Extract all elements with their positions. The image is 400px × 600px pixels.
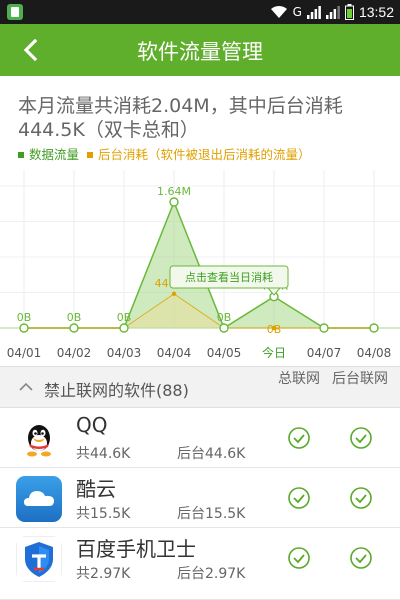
tooltip-text: 点击查看当日消耗: [185, 270, 273, 284]
signal-icon: [306, 6, 321, 19]
app-background-usage: 后台44.6K: [177, 446, 246, 462]
app-total-usage: 共44.6K: [76, 446, 131, 462]
x-tick-label: 今日: [262, 345, 286, 360]
x-tick-label: 04/08: [357, 346, 392, 360]
app-row-baidu-guard[interactable]: 百度手机卫士 共2.97K 后台2.97K: [0, 528, 400, 600]
background-point: [171, 291, 177, 297]
notification-app-icon: [7, 4, 23, 20]
app-total-usage: 共2.97K: [76, 566, 131, 582]
chart-legend: 数据流量 后台消耗（软件被退出后消耗的流量）: [18, 144, 398, 163]
column-total-network: 总联网: [278, 371, 320, 387]
app-total-usage: 共15.5K: [76, 506, 131, 522]
data-label: 0B: [67, 311, 82, 324]
data-point: [369, 323, 379, 333]
total-network-check-icon[interactable]: [287, 426, 311, 450]
data-label: 1.64M: [157, 185, 191, 198]
data-point: [19, 323, 29, 333]
status-bar: G 13:52: [0, 0, 400, 24]
background-network-check-icon[interactable]: [349, 486, 373, 510]
data-point: [69, 323, 79, 333]
x-tick-label: 04/07: [307, 346, 342, 360]
app-background-usage: 后台15.5K: [177, 506, 246, 522]
usage-summary: 本月流量共消耗2.04M，其中后台消耗444.5K（双卡总和）: [18, 95, 343, 141]
legend-item-data: 数据流量: [18, 144, 79, 163]
app-row-qq[interactable]: QQ 共44.6K 后台44.6K: [0, 408, 400, 468]
total-network-check-icon[interactable]: [287, 486, 311, 510]
network-type: G: [292, 5, 302, 19]
background-network-check-icon[interactable]: [349, 426, 373, 450]
app-row-kuyun[interactable]: 酷云 共15.5K 后台15.5K: [0, 468, 400, 528]
qq-icon: [16, 416, 62, 462]
app-background-usage: 后台2.97K: [177, 566, 246, 582]
wifi-icon: [270, 5, 287, 18]
legend-label-data: 数据流量: [29, 147, 80, 162]
total-network-check-icon[interactable]: [287, 546, 311, 570]
column-background-network: 后台联网: [332, 371, 388, 387]
background-network-check-icon[interactable]: [349, 546, 373, 570]
page-title: 软件流量管理: [137, 40, 263, 64]
data-label: 0B: [17, 311, 32, 324]
data-point: [319, 323, 329, 333]
x-tick-label: 04/01: [7, 346, 42, 360]
title-bar: 软件流量管理: [0, 24, 400, 76]
x-tick-label: 04/04: [157, 346, 192, 360]
x-tick-label: 04/05: [207, 346, 242, 360]
blocked-apps-title: 禁止联网的软件(88): [44, 381, 189, 400]
legend-swatch-data: [18, 151, 24, 158]
data-point: [169, 197, 179, 207]
app-name: 百度手机卫士: [76, 537, 196, 561]
battery-icon: [344, 4, 354, 20]
chevron-up-icon[interactable]: [18, 379, 34, 395]
data-point: [119, 323, 129, 333]
legend-swatch-background: [87, 151, 94, 158]
legend-item-background: 后台消耗（软件被退出后消耗的流量）: [87, 144, 311, 163]
data-label: 0B: [217, 311, 232, 324]
background-label: 0B: [267, 323, 282, 336]
app-name: QQ: [76, 413, 108, 437]
usage-chart-svg[interactable]: 0B0B0B1.64M0B408K444.5K0B点击查看当日消耗04/0104…: [0, 170, 400, 366]
legend-label-background: 后台消耗（软件被退出后消耗的流量）: [98, 147, 311, 162]
kuyun-cloud-icon: [16, 476, 62, 522]
clock: 13:52: [358, 4, 394, 20]
app-name: 酷云: [76, 477, 116, 501]
signal-icon-2: [325, 6, 340, 19]
x-tick-label: 04/03: [107, 346, 142, 360]
blocked-apps-header[interactable]: 禁止联网的软件(88) 总联网 后台联网: [0, 366, 400, 408]
data-label: 0B: [117, 311, 132, 324]
usage-chart[interactable]: 0B0B0B1.64M0B408K444.5K0B点击查看当日消耗04/0104…: [0, 170, 400, 366]
x-tick-label: 04/02: [57, 346, 92, 360]
baidu-guard-icon: [16, 536, 62, 582]
data-point: [219, 323, 229, 333]
